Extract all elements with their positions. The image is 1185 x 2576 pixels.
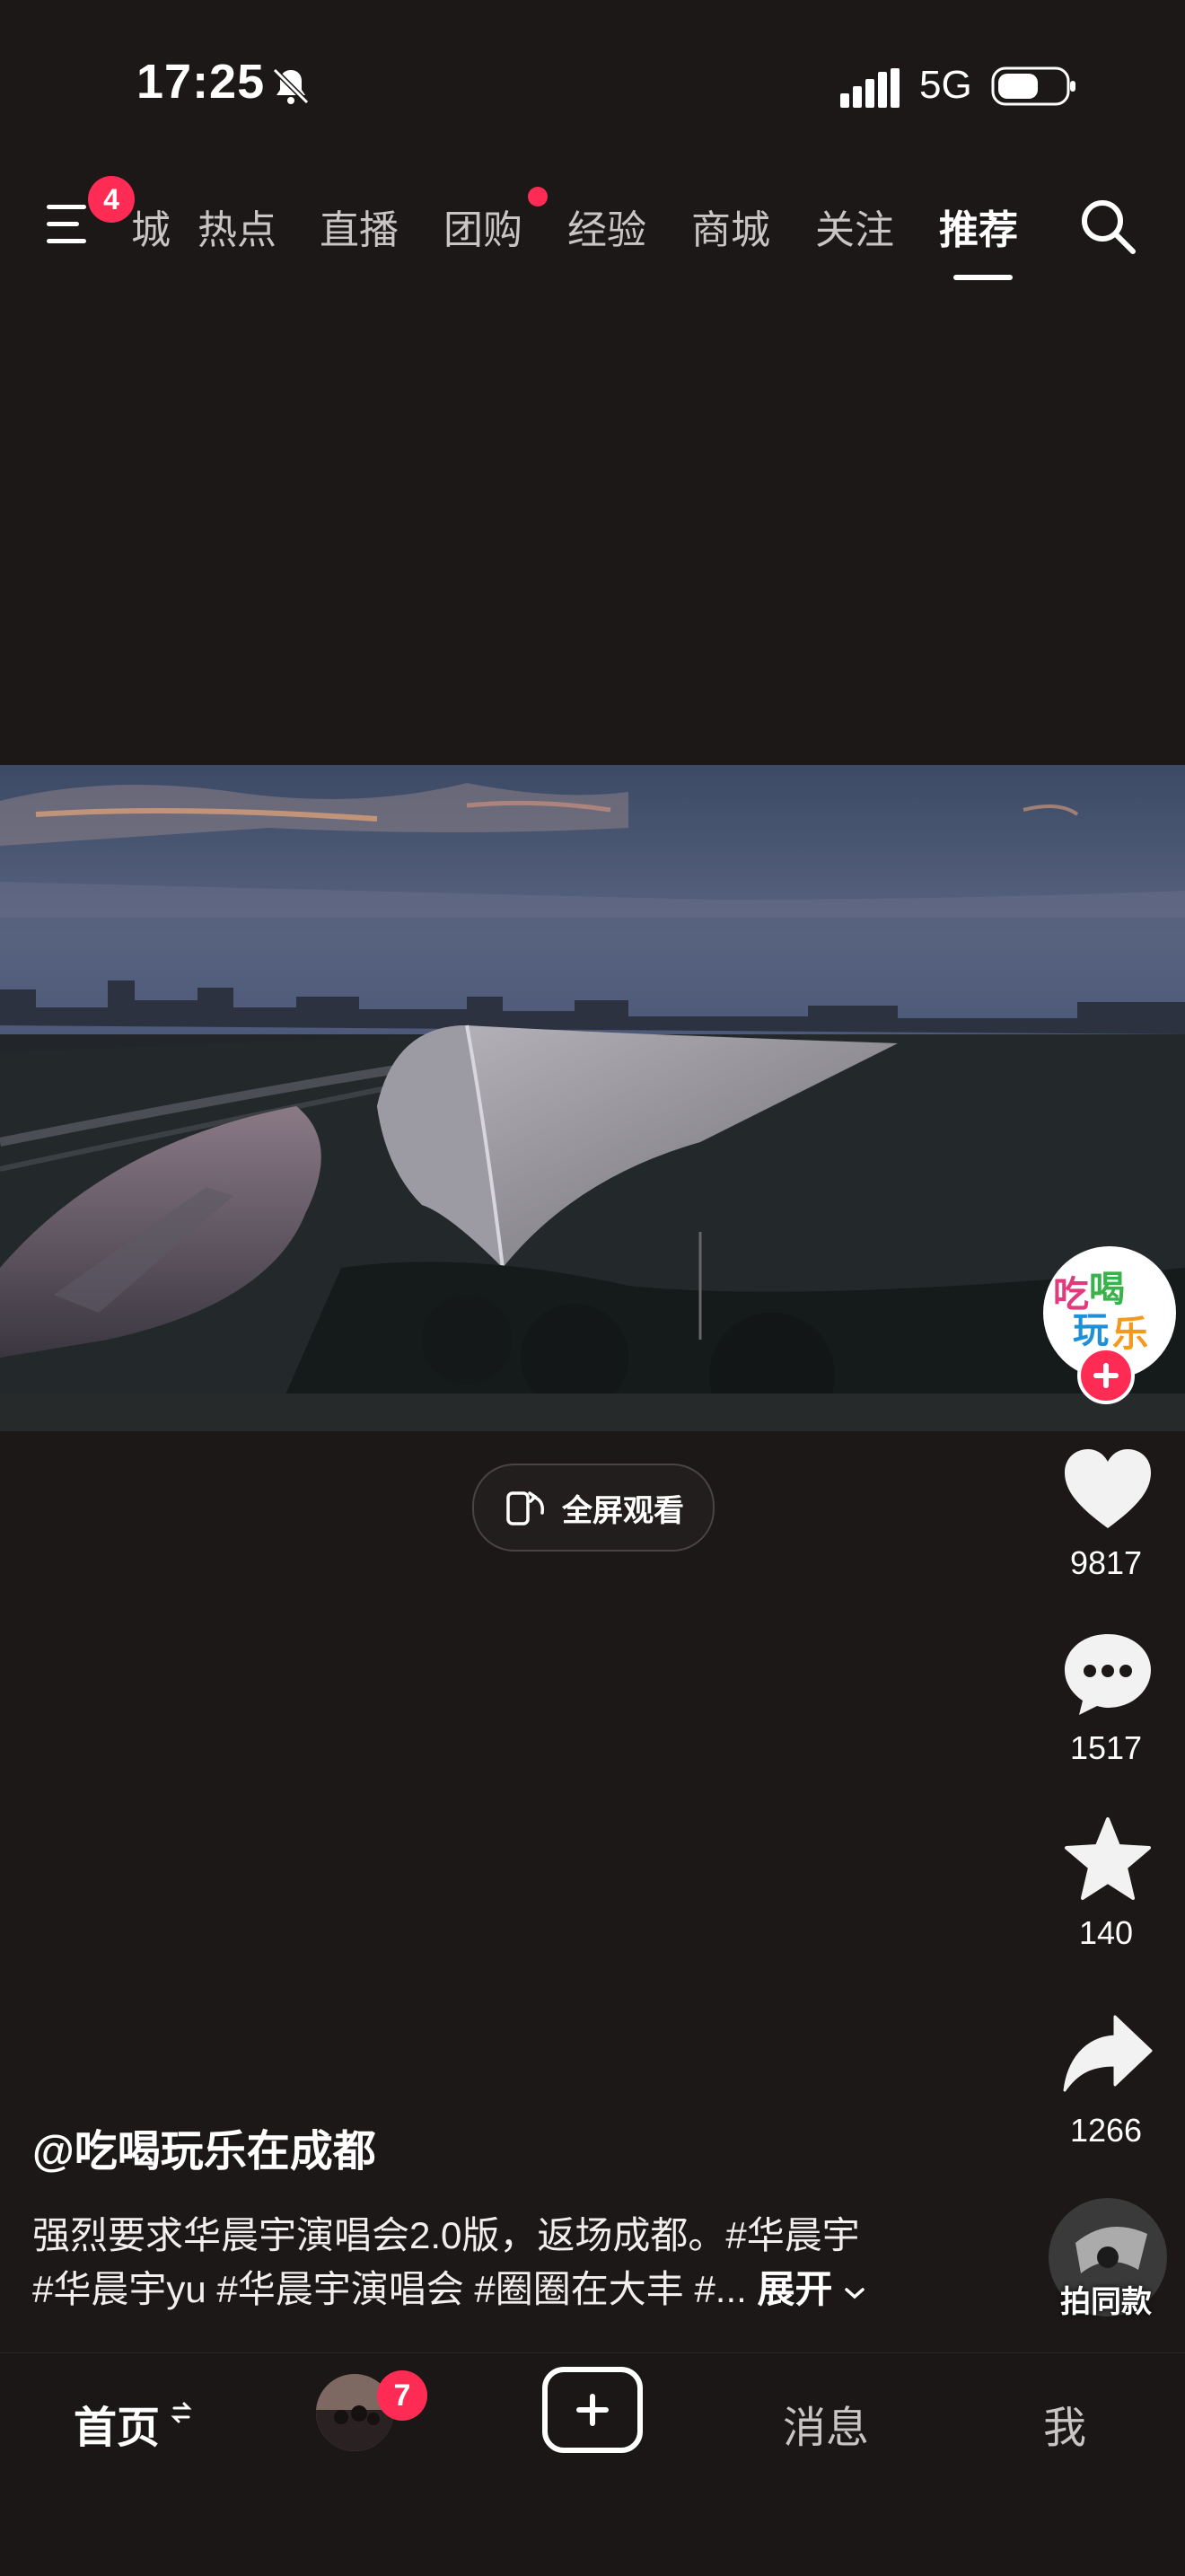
comment-count: 1517 [1069, 1729, 1143, 1766]
video-frame [0, 765, 1185, 1431]
like-heart-icon[interactable] [1061, 1446, 1154, 1532]
tab-group-buy-dot [528, 187, 548, 207]
rotate-phone-icon [506, 1491, 545, 1525]
video-player[interactable] [0, 765, 1185, 1431]
create-button[interactable] [542, 2367, 643, 2453]
same-music-label[interactable]: 拍同款 [1025, 2277, 1185, 2321]
bell-muted-icon [272, 67, 310, 105]
favorite-count: 140 [1078, 1914, 1134, 1951]
expand-button[interactable]: 展开 [757, 2268, 866, 2310]
plus-icon [576, 2394, 609, 2426]
fullscreen-button[interactable]: 全屏观看 [472, 1464, 715, 1552]
battery-icon [991, 66, 1075, 106]
search-icon[interactable] [1077, 196, 1138, 257]
avatar-text-3: 玩 [1073, 1311, 1109, 1350]
tab-following[interactable]: 关注 [815, 198, 894, 255]
status-time: 17:25 [136, 55, 266, 109]
switch-arrows-icon[interactable] [171, 2399, 192, 2426]
network-type: 5G [919, 63, 972, 107]
nav-messages[interactable]: 消息 [783, 2392, 869, 2455]
tab-group-buy[interactable]: 团购 [443, 198, 522, 255]
follow-button[interactable] [1077, 1347, 1135, 1404]
video-description: 强烈要求华晨宇演唱会2.0版，返场成都。#华晨宇 #华晨宇yu #华晨宇演唱会 … [32, 2209, 930, 2317]
share-arrow-icon[interactable] [1061, 2011, 1154, 2097]
tab-experience[interactable]: 经验 [567, 198, 646, 255]
friends-badge: 7 [377, 2370, 427, 2421]
avatar-text-4: 乐 [1112, 1314, 1148, 1354]
tab-live[interactable]: 直播 [320, 198, 399, 255]
expand-label: 展开 [757, 2268, 833, 2310]
tab-mall[interactable]: 商城 [691, 198, 770, 255]
menu-notification-badge: 4 [88, 176, 135, 223]
description-hashtags: #华晨宇yu #华晨宇演唱会 #圈圈在大丰 #... [32, 2268, 747, 2310]
author-name[interactable]: @吃喝玩乐在成都 [32, 2115, 376, 2178]
nav-home[interactable]: 首页 [74, 2392, 160, 2455]
share-count: 1266 [1069, 2112, 1143, 2149]
signal-icon [840, 68, 900, 108]
plus-icon [1093, 1363, 1119, 1388]
fullscreen-label: 全屏观看 [562, 1493, 684, 1528]
favorite-star-icon[interactable] [1061, 1816, 1154, 1902]
active-tab-indicator [953, 275, 1013, 280]
comment-icon[interactable] [1061, 1631, 1154, 1717]
nav-me[interactable]: 我 [1043, 2392, 1086, 2455]
avatar-text-1: 吃 [1053, 1275, 1089, 1314]
tab-city[interactable]: 城 [131, 198, 171, 255]
description-line-1: 强烈要求华晨宇演唱会2.0版，返场成都。#华晨宇 [32, 2214, 860, 2256]
chevron-down-icon [845, 2288, 865, 2299]
avatar-text-2: 喝 [1089, 1270, 1125, 1309]
tab-hot[interactable]: 热点 [198, 198, 276, 255]
like-count: 9817 [1069, 1544, 1143, 1581]
description-line-2: #华晨宇yu #华晨宇演唱会 #圈圈在大丰 #... 展开 [32, 2263, 930, 2317]
tab-recommended[interactable]: 推荐 [939, 198, 1018, 255]
